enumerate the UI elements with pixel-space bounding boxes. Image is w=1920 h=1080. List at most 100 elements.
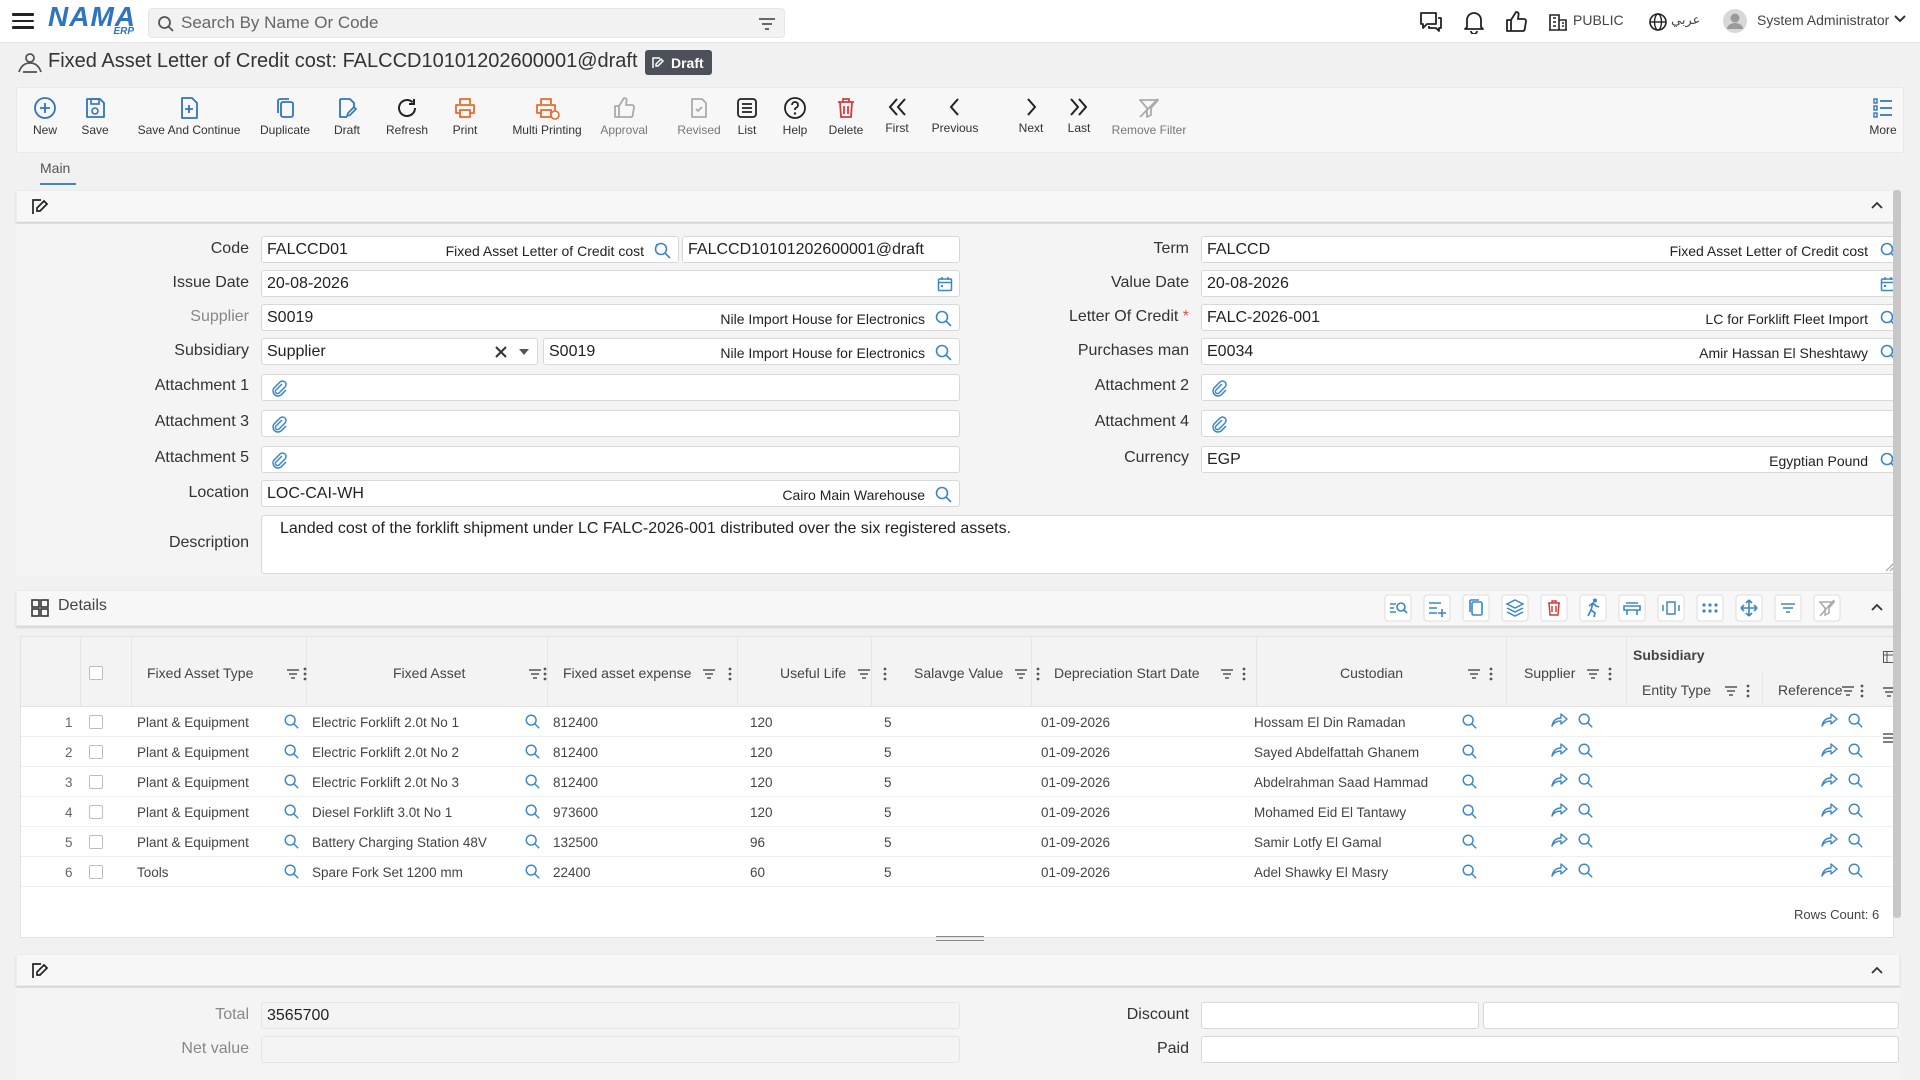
search-lookup-icon[interactable] — [1577, 802, 1594, 822]
attachment-3-field[interactable] — [261, 410, 960, 437]
table-row[interactable]: 5 Plant & Equipment Battery Charging Stati… — [21, 827, 1895, 857]
refresh-button[interactable]: Refresh — [379, 88, 435, 154]
cell-fixed-asset-type[interactable]: Plant & Equipment — [137, 715, 249, 730]
filter-lines-icon[interactable] — [1774, 594, 1802, 622]
kebab-icon[interactable] — [1860, 684, 1864, 698]
issue-date-field[interactable]: 20-08-2026 — [261, 270, 960, 297]
col-fixed-asset-type[interactable]: Fixed Asset Type — [132, 637, 307, 707]
row-checkbox[interactable] — [89, 835, 103, 849]
user-name[interactable]: System Administrator — [1757, 12, 1889, 28]
open-link-icon[interactable] — [1551, 833, 1568, 851]
page-scrollbar[interactable] — [1893, 190, 1901, 918]
cell-depreciation-start-date[interactable]: 01-09-2026 — [1041, 745, 1110, 760]
col-reference[interactable]: Reference — [1763, 672, 1870, 707]
search-lookup-icon[interactable] — [1577, 742, 1594, 762]
currency-field[interactable]: EGP Egyptian Pound — [1201, 446, 1899, 473]
col-depreciation-start-date[interactable]: Depreciation Start Date — [1032, 637, 1257, 707]
search-lookup-icon[interactable] — [1461, 803, 1478, 823]
paperclip-icon[interactable] — [1210, 415, 1228, 433]
filter-lines-icon[interactable] — [702, 668, 716, 680]
language-toggle[interactable]: عربي — [1671, 12, 1700, 28]
paperclip-icon[interactable] — [270, 415, 288, 433]
open-link-icon[interactable] — [1551, 713, 1568, 731]
search-input[interactable] — [179, 12, 739, 34]
search-lookup-icon[interactable] — [283, 803, 300, 823]
move-icon[interactable] — [1735, 594, 1763, 622]
search-lookup-icon[interactable] — [934, 309, 953, 328]
delete-button[interactable]: Delete — [821, 88, 871, 154]
open-link-icon[interactable] — [1821, 773, 1838, 791]
tab-main[interactable]: Main — [40, 160, 70, 176]
cell-fixed-asset-expense[interactable]: 812400 — [553, 715, 598, 730]
first-button[interactable]: First — [877, 88, 917, 154]
open-link-icon[interactable] — [1551, 773, 1568, 791]
search-lookup-icon[interactable] — [1847, 742, 1864, 762]
attachment-4-field[interactable] — [1201, 410, 1899, 437]
search-lookup-icon[interactable] — [283, 833, 300, 853]
kebab-icon[interactable] — [1746, 684, 1750, 698]
cell-custodian[interactable]: Adel Shawky El Masry — [1254, 865, 1388, 880]
cell-salvage-value[interactable]: 5 — [884, 775, 892, 790]
cell-salvage-value[interactable]: 5 — [884, 865, 892, 880]
col-salvage-value[interactable]: Salavge Value — [872, 637, 1040, 707]
filter-lines-icon[interactable] — [1841, 685, 1855, 697]
paperclip-icon[interactable] — [270, 379, 288, 397]
public-label[interactable]: PUBLIC — [1573, 12, 1624, 28]
table-row[interactable]: 4 Plant & Equipment Diesel Forklift 3.0t N… — [21, 797, 1895, 827]
filter-lines-icon[interactable] — [1586, 668, 1600, 680]
table-row[interactable]: 3 Plant & Equipment Electric Forklift 2.0t… — [21, 767, 1895, 797]
list-button[interactable]: List — [727, 88, 767, 154]
value-date-field[interactable]: 20-08-2026 — [1201, 270, 1899, 297]
discount-amount-field[interactable] — [1483, 1002, 1899, 1029]
code-field[interactable]: FALCCD01 Fixed Asset Letter of Credit co… — [261, 236, 679, 263]
copy-rows-icon[interactable] — [1462, 594, 1490, 622]
attachment-1-field[interactable] — [261, 374, 960, 401]
layers-icon[interactable] — [1501, 594, 1529, 622]
cell-depreciation-start-date[interactable]: 01-09-2026 — [1041, 835, 1110, 850]
cell-fixed-asset-type[interactable]: Tools — [137, 865, 169, 880]
subsidiary-type-select[interactable]: Supplier — [261, 338, 538, 365]
cell-custodian[interactable]: Samir Lotfy El Gamal — [1254, 835, 1382, 850]
search-lookup-icon[interactable] — [1577, 772, 1594, 792]
search-lookup-icon[interactable] — [1461, 773, 1478, 793]
open-link-icon[interactable] — [1821, 743, 1838, 761]
cell-fixed-asset-type[interactable]: Plant & Equipment — [137, 745, 249, 760]
approval-button[interactable]: Approval — [589, 88, 659, 154]
cell-fixed-asset-expense[interactable]: 22400 — [553, 865, 591, 880]
attachment-2-field[interactable] — [1201, 374, 1899, 401]
remove-filter-icon[interactable] — [1813, 594, 1841, 622]
search-lookup-icon[interactable] — [1577, 832, 1594, 852]
cell-fixed-asset-expense[interactable]: 973600 — [553, 805, 598, 820]
cell-custodian[interactable]: Hossam El Din Ramadan — [1254, 715, 1406, 730]
search-lookup-icon[interactable] — [1847, 862, 1864, 882]
search-lookup-icon[interactable] — [283, 863, 300, 883]
save-and-continue-button[interactable]: Save And Continue — [129, 88, 249, 154]
cell-salvage-value[interactable]: 5 — [884, 805, 892, 820]
discount-percent-field[interactable] — [1201, 1002, 1479, 1029]
duplicate-button[interactable]: Duplicate — [255, 88, 315, 154]
row-checkbox[interactable] — [89, 745, 103, 759]
filter-lines-icon[interactable] — [286, 668, 300, 680]
paid-field[interactable] — [1201, 1036, 1899, 1063]
cell-custodian[interactable]: Sayed Abdelfattah Ghanem — [1254, 745, 1419, 760]
search-lookup-icon[interactable] — [1847, 832, 1864, 852]
search-lookup-icon[interactable] — [524, 833, 541, 853]
search-lookup-icon[interactable] — [1577, 862, 1594, 882]
supplier-field[interactable]: S0019 Nile Import House for Electronics — [261, 304, 960, 331]
cell-fixed-asset-type[interactable]: Plant & Equipment — [137, 805, 249, 820]
collapse-icon[interactable] — [1870, 602, 1884, 612]
cell-useful-life[interactable]: 120 — [750, 805, 773, 820]
resize-grip[interactable] — [936, 936, 984, 941]
kebab-icon[interactable] — [543, 667, 547, 681]
search-lookup-icon[interactable] — [524, 743, 541, 763]
filter-lines-icon[interactable] — [1220, 668, 1234, 680]
description-textarea[interactable]: Landed cost of the forklift shipment und… — [261, 515, 1899, 574]
table-row[interactable]: 6 Tools Spare Fork Set 1200 mm 22400 60 5 01-0… — [21, 857, 1895, 887]
search-lookup-icon[interactable] — [283, 773, 300, 793]
kebab-icon[interactable] — [1242, 667, 1246, 681]
table-row[interactable]: 2 Plant & Equipment Electric Forklift 2.0t… — [21, 737, 1895, 767]
cell-fixed-asset[interactable]: Electric Forklift 2.0t No 1 — [312, 715, 459, 730]
purchases-man-field[interactable]: E0034 Amir Hassan El Sheshtawy — [1201, 338, 1899, 365]
search-rows-icon[interactable] — [1384, 594, 1412, 622]
col-custodian[interactable]: Custodian — [1257, 637, 1507, 707]
